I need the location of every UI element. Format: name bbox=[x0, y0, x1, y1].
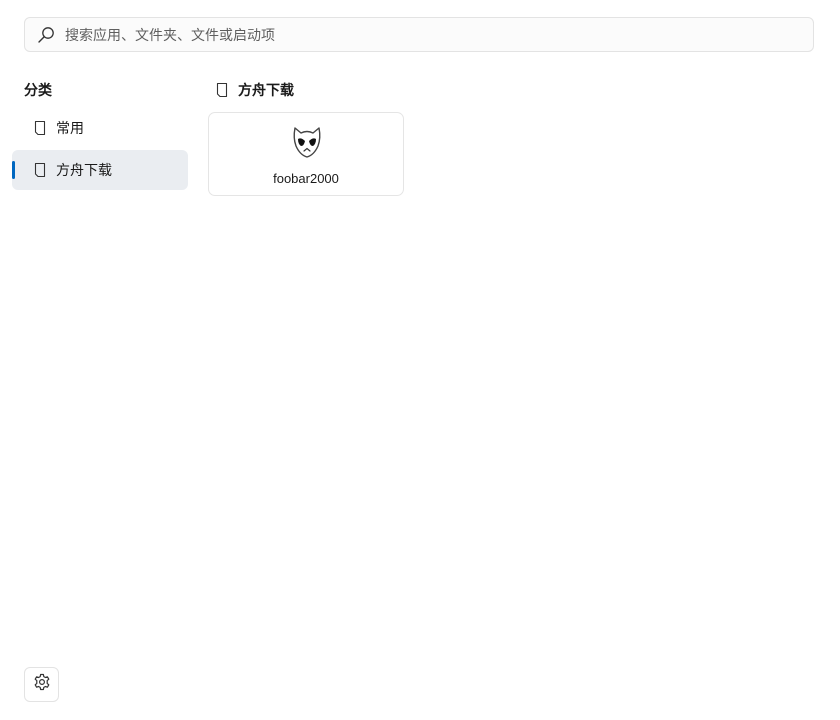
app-name: foobar2000 bbox=[273, 171, 339, 186]
sidebar-item-label: 方舟下载 bbox=[56, 162, 112, 178]
sidebar-item-label: 常用 bbox=[56, 120, 84, 136]
settings-button[interactable] bbox=[24, 667, 59, 702]
search-input[interactable] bbox=[65, 26, 765, 43]
search-icon bbox=[36, 25, 56, 45]
section-header: 方舟下载 bbox=[215, 80, 294, 100]
section-title: 方舟下载 bbox=[238, 82, 294, 98]
document-icon bbox=[215, 82, 229, 98]
app-card-foobar2000[interactable]: foobar2000 bbox=[208, 112, 404, 196]
sidebar-item-fangzhou-download[interactable]: 方舟下载 bbox=[12, 150, 188, 190]
document-icon bbox=[33, 162, 47, 178]
active-indicator bbox=[12, 161, 15, 179]
search-bar[interactable] bbox=[24, 17, 814, 52]
foobar2000-icon bbox=[291, 124, 323, 160]
document-icon bbox=[33, 120, 47, 136]
gear-icon bbox=[33, 673, 51, 696]
sidebar-title: 分类 bbox=[24, 82, 52, 98]
sidebar-item-common[interactable]: 常用 bbox=[12, 108, 188, 148]
app-window: 分类 常用 方舟下载 方舟下载 bbox=[0, 0, 840, 720]
